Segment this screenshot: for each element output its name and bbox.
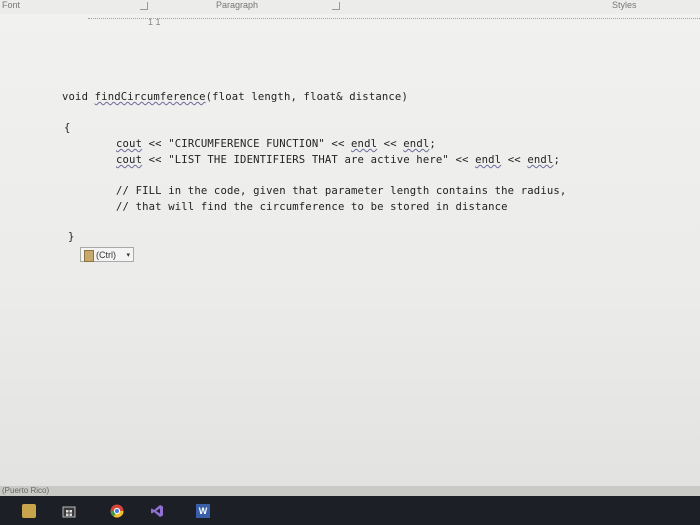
close-brace[interactable]: }	[68, 231, 75, 243]
ruler-mark: 1 1	[148, 17, 161, 27]
word-icon[interactable]: W	[196, 504, 210, 518]
clipboard-icon	[84, 250, 94, 262]
status-bar: (Puerto Rico)	[0, 486, 700, 496]
language-indicator[interactable]: (Puerto Rico)	[2, 486, 49, 496]
chrome-icon[interactable]	[110, 504, 124, 518]
taskbar: W	[0, 496, 700, 525]
paragraph-dialog-launcher-icon[interactable]	[332, 2, 340, 10]
ribbon-group-labels: Font Paragraph Styles	[0, 0, 700, 15]
font-group-label: Font	[2, 0, 21, 10]
function-name: findCircumference	[94, 91, 206, 103]
store-icon[interactable]	[62, 504, 76, 518]
visual-studio-icon[interactable]	[150, 504, 164, 518]
code-comment-1[interactable]: // FILL in the code, given that paramete…	[116, 185, 566, 197]
open-brace[interactable]: {	[64, 122, 71, 134]
paste-options-label: (Ctrl)	[96, 250, 116, 260]
font-dialog-launcher-icon[interactable]	[140, 2, 148, 10]
code-line-cout-2[interactable]: cout << "LIST THE IDENTIFIERS THAT are a…	[116, 154, 560, 166]
ruler[interactable]: 1 1	[88, 17, 700, 27]
paragraph-group-label: Paragraph	[216, 0, 259, 10]
paste-options-button[interactable]: (Ctrl) ▾	[80, 247, 134, 262]
chevron-down-icon: ▾	[126, 252, 130, 259]
function-signature[interactable]: void findCircumference(float length, flo…	[62, 91, 408, 103]
file-explorer-icon[interactable]	[22, 504, 36, 518]
code-line-cout-1[interactable]: cout << "CIRCUMFERENCE FUNCTION" << endl…	[116, 138, 436, 150]
code-comment-2[interactable]: // that will find the circumference to b…	[116, 201, 508, 213]
styles-group-label: Styles	[612, 0, 637, 10]
